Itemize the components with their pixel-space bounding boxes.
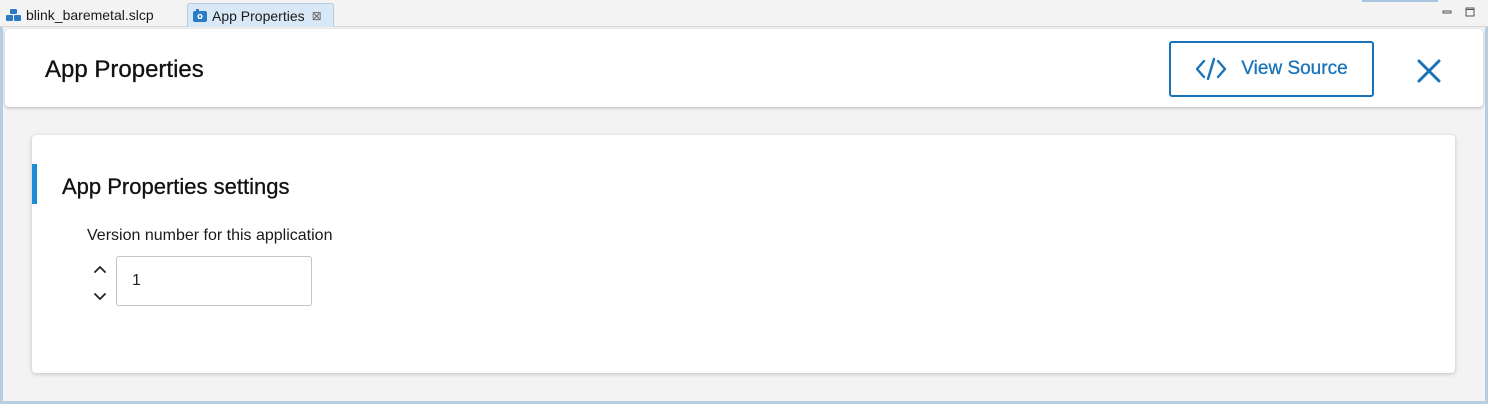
close-icon[interactable] [1413, 55, 1445, 87]
chevron-down-icon[interactable] [92, 289, 108, 305]
tab-label: App Properties [212, 7, 305, 24]
page-title: App Properties [45, 56, 204, 83]
tab-strip-accent [1362, 0, 1438, 2]
tab-app-properties[interactable]: App Properties ⊠ [187, 3, 334, 27]
code-icon [1195, 57, 1227, 81]
version-number-input[interactable] [116, 256, 312, 306]
project-icon [5, 7, 23, 23]
view-source-label: View Source [1241, 58, 1348, 79]
view-source-button[interactable]: View Source [1169, 41, 1374, 97]
chevron-up-icon[interactable] [92, 261, 108, 277]
editor-area: App Properties View Source App Propertie… [0, 27, 1488, 404]
component-icon [191, 8, 209, 24]
minimize-icon[interactable] [1441, 6, 1453, 18]
card-accent-bar [32, 164, 37, 204]
version-stepper[interactable] [92, 261, 108, 309]
maximize-icon[interactable] [1464, 6, 1476, 18]
tab-blink-baremetal-slcp[interactable]: blink_baremetal.slcp [0, 3, 186, 27]
editor-tab-bar: blink_baremetal.slcp App Properties ⊠ [0, 0, 1488, 27]
settings-card: App Properties settings Version number f… [32, 135, 1455, 373]
version-field-label: Version number for this application [87, 227, 333, 244]
card-title: App Properties settings [62, 174, 290, 199]
tab-close-icon[interactable]: ⊠ [312, 10, 322, 22]
editor-header: App Properties View Source [5, 29, 1483, 107]
tab-label: blink_baremetal.slcp [26, 7, 154, 23]
